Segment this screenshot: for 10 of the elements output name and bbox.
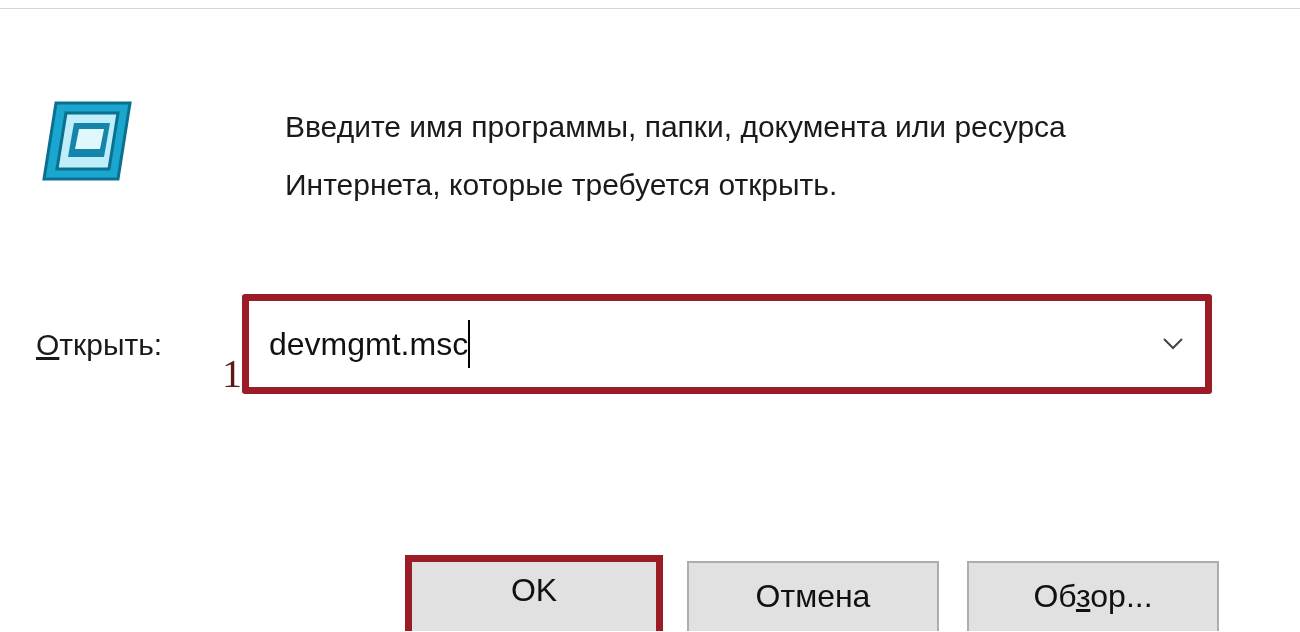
annotation-number: 1 — [222, 354, 242, 394]
dialog-button[interactable]: Отмена — [687, 561, 939, 631]
dialog-button[interactable]: OK — [405, 555, 663, 631]
prompt-text: Интернета, которые требуется открыть. — [285, 167, 839, 203]
dialog-button[interactable]: Обзор... — [967, 561, 1219, 631]
command-field[interactable]: devmgmt.msc — [242, 294, 1212, 394]
dropdown-icon[interactable] — [1163, 338, 1183, 350]
prompt-text: Введите имя программы, папки, документа или ресурса — [285, 109, 1066, 145]
run-icon — [42, 101, 132, 181]
open-label: Открыть: — [35, 326, 164, 363]
